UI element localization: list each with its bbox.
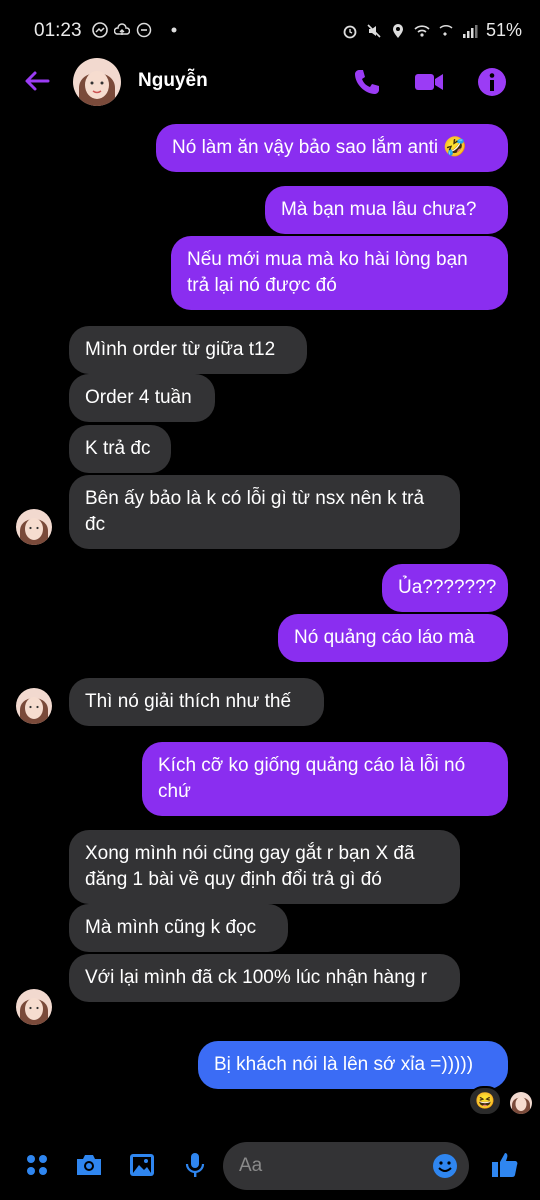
like-icon[interactable] <box>490 1150 520 1180</box>
alarm-icon <box>343 25 357 38</box>
info-icon[interactable] <box>476 66 508 98</box>
emoji-icon[interactable] <box>431 1152 459 1180</box>
message-bubble-incoming[interactable]: Order 4 tuần <box>69 374 215 422</box>
status-time: 01:23 <box>34 20 82 41</box>
message-bubble-outgoing[interactable]: Nó quảng cáo láo mà <box>278 614 508 662</box>
message-composer <box>0 1138 540 1200</box>
sender-avatar <box>16 509 52 545</box>
phone-icon[interactable] <box>351 66 383 98</box>
message-bubble-outgoing[interactable]: Ủa??????? <box>382 564 508 612</box>
seen-indicator-avatar <box>510 1092 532 1114</box>
message-bubble-outgoing[interactable]: Bị khách nói là lên sớ xỉa =))))) <box>198 1041 508 1089</box>
location-icon <box>392 23 403 38</box>
message-bubble-incoming[interactable]: Mình order từ giữa t12 <box>69 326 307 374</box>
message-list[interactable]: Nó làm ăn vậy bảo sao lắm anti 🤣 Mà bạn … <box>0 112 540 1122</box>
menu-grid-icon[interactable] <box>22 1150 52 1180</box>
microphone-icon[interactable] <box>180 1150 210 1180</box>
signal-icon <box>462 24 478 38</box>
dot-icon <box>171 27 177 33</box>
message-bubble-incoming[interactable]: K trả đc <box>69 425 171 473</box>
reaction-badge[interactable]: 😆 <box>468 1086 502 1116</box>
message-bubble-outgoing[interactable]: Nếu mới mua mà ko hài lòng bạn trả lại n… <box>171 236 508 310</box>
message-bubble-incoming[interactable]: Mà mình cũng k đọc <box>69 904 288 952</box>
status-left-icons <box>92 22 182 38</box>
contact-name[interactable]: Nguyễn <box>138 70 208 92</box>
mute-icon <box>367 23 381 38</box>
sender-avatar <box>16 989 52 1025</box>
upload-cloud-icon <box>114 23 130 35</box>
message-bubble-outgoing[interactable]: Kích cỡ ko giống quảng cáo là lỗi nó chứ <box>142 742 508 816</box>
message-bubble-incoming[interactable]: Thì nó giải thích như thế <box>69 678 324 726</box>
message-input[interactable] <box>239 1152 419 1180</box>
contact-avatar[interactable] <box>73 58 121 106</box>
chat-header: Nguyễn <box>0 56 540 110</box>
camera-icon[interactable] <box>74 1150 104 1180</box>
back-arrow-icon[interactable] <box>22 66 52 96</box>
message-bubble-incoming[interactable]: Bên ấy bảo là k có lỗi gì từ nsx nên k t… <box>69 475 460 549</box>
wifi-icon <box>414 24 430 37</box>
messenger-icon <box>92 22 108 38</box>
status-right: 51% <box>342 20 522 41</box>
message-bubble-outgoing[interactable]: Mà bạn mua lâu chưa? <box>265 186 508 234</box>
message-bubble-incoming[interactable]: Với lại mình đã ck 100% lúc nhận hàng r <box>69 954 460 1002</box>
do-not-disturb-icon <box>136 22 152 38</box>
message-bubble-outgoing[interactable]: Nó làm ăn vậy bảo sao lắm anti 🤣 <box>156 124 508 172</box>
status-bar: 01:23 51% <box>0 0 540 60</box>
sender-avatar <box>16 688 52 724</box>
message-bubble-incoming[interactable]: Xong mình nói cũng gay gắt r bạn X đã đă… <box>69 830 460 904</box>
video-icon[interactable] <box>413 66 445 98</box>
wifi-call-icon <box>439 24 453 36</box>
message-input-box[interactable] <box>223 1142 469 1190</box>
battery-percentage: 51% <box>485 20 522 40</box>
gallery-icon[interactable] <box>127 1150 157 1180</box>
